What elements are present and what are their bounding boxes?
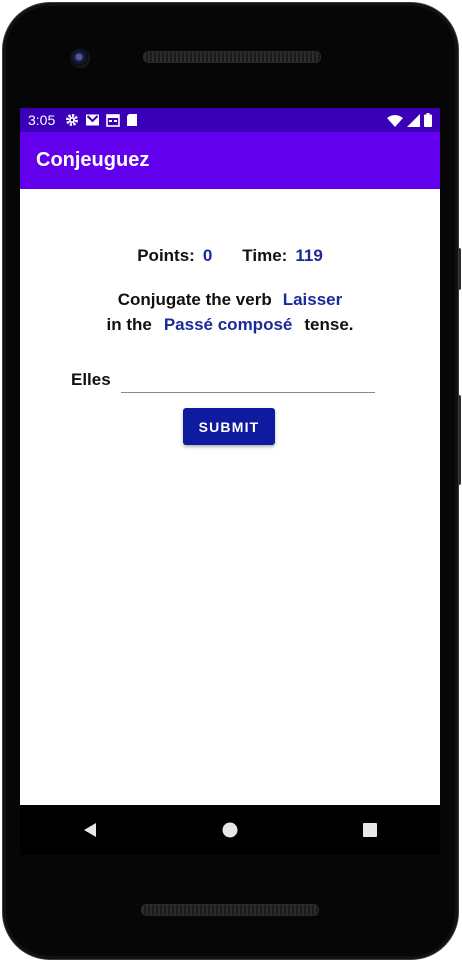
answer-input[interactable] <box>120 366 375 393</box>
tense-prefix: in the <box>106 315 152 334</box>
recents-icon <box>363 823 377 837</box>
points-label: Points: <box>137 246 195 265</box>
prompt-prefix: Conjugate the verb <box>117 290 272 309</box>
prompt-line-2: in the Passé composé tense. <box>20 315 440 335</box>
gmail-icon <box>86 114 100 126</box>
verb-label: Laisser <box>282 290 343 309</box>
home-icon <box>222 822 238 838</box>
tense-label: Passé composé <box>163 315 293 334</box>
status-time: 3:05 <box>28 112 56 128</box>
back-icon <box>84 823 96 837</box>
battery-icon <box>424 113 432 127</box>
app-title: Conjeuguez <box>36 149 150 171</box>
answer-row: Elles <box>20 366 440 393</box>
status-left-icons <box>65 113 138 127</box>
top-speaker <box>143 51 321 63</box>
time-value: 119 <box>295 246 323 265</box>
prompt-line-1: Conjugate the verb Laisser <box>20 290 440 310</box>
wifi-icon <box>387 114 403 127</box>
gear-icon <box>66 114 79 126</box>
status-bar: 3:05 <box>20 108 440 132</box>
recents-button[interactable] <box>350 810 390 850</box>
status-right-icons <box>387 113 432 127</box>
bottom-speaker <box>141 904 319 916</box>
front-camera <box>70 48 90 68</box>
navigation-bar <box>20 805 440 855</box>
submit-button[interactable]: SUBMIT <box>183 408 275 445</box>
tense-suffix: tense. <box>304 315 354 334</box>
back-button[interactable] <box>70 810 110 850</box>
calendar-icon <box>106 114 121 127</box>
screen: 3:05 Conjeuguez Points: 0 Time: 119 Conj… <box>20 108 440 805</box>
points-value: 0 <box>202 246 213 265</box>
signal-icon <box>407 113 420 127</box>
score-row: Points: 0 Time: 119 <box>20 246 440 266</box>
time-label: Time: <box>242 246 288 265</box>
sd-card-icon <box>127 114 138 126</box>
pronoun-label: Elles <box>71 369 111 389</box>
app-bar: Conjeuguez <box>20 132 440 189</box>
home-button[interactable] <box>210 810 250 850</box>
device-frame: 3:05 Conjeuguez Points: 0 Time: 119 Conj… <box>0 0 462 962</box>
